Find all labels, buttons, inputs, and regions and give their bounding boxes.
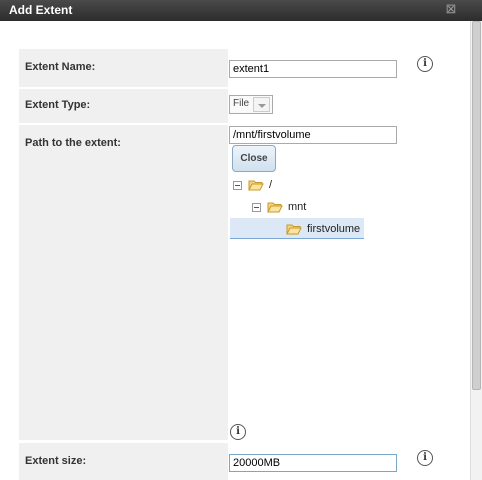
collapse-mnt-icon[interactable] — [252, 203, 261, 212]
extent-size-input[interactable] — [229, 454, 397, 472]
path-input[interactable] — [229, 126, 397, 144]
extent-type-label: Extent Type: — [25, 99, 91, 111]
folder-open-icon — [248, 180, 264, 191]
collapse-root-icon[interactable] — [233, 181, 242, 190]
close-tree-button[interactable]: Close — [232, 145, 276, 172]
dialog-title: Add Extent — [9, 3, 73, 17]
tree-node-firstvolume[interactable]: firstvolume — [307, 223, 360, 235]
extent-name-input[interactable] — [229, 60, 397, 78]
extent-type-label-cell: Extent Type: — [19, 89, 228, 123]
tree-node-root[interactable]: / — [269, 179, 272, 191]
extent-type-select[interactable]: File — [229, 95, 273, 114]
path-label: Path to the extent: — [25, 137, 121, 149]
extent-size-label: Extent size: — [25, 455, 87, 467]
close-icon[interactable]: ⊠ — [444, 2, 458, 16]
chevron-down-icon[interactable] — [253, 97, 270, 112]
extent-size-label-cell: Extent size: — [19, 443, 228, 480]
path-label-cell: Path to the extent: — [19, 125, 228, 440]
path-info-icon[interactable]: i — [230, 424, 246, 440]
extent-type-value: File — [233, 98, 250, 109]
scrollbar-thumb[interactable] — [472, 21, 481, 390]
extent-name-info-icon[interactable]: i — [417, 56, 433, 72]
extent-name-label: Extent Name: — [25, 61, 96, 73]
folder-open-icon — [267, 202, 283, 213]
extent-name-label-cell: Extent Name: — [19, 49, 228, 87]
folder-open-icon — [286, 224, 302, 235]
tree-node-mnt[interactable]: mnt — [288, 201, 306, 213]
extent-size-info-icon[interactable]: i — [417, 450, 433, 466]
dialog-titlebar: Add Extent ⊠ — [0, 0, 482, 21]
